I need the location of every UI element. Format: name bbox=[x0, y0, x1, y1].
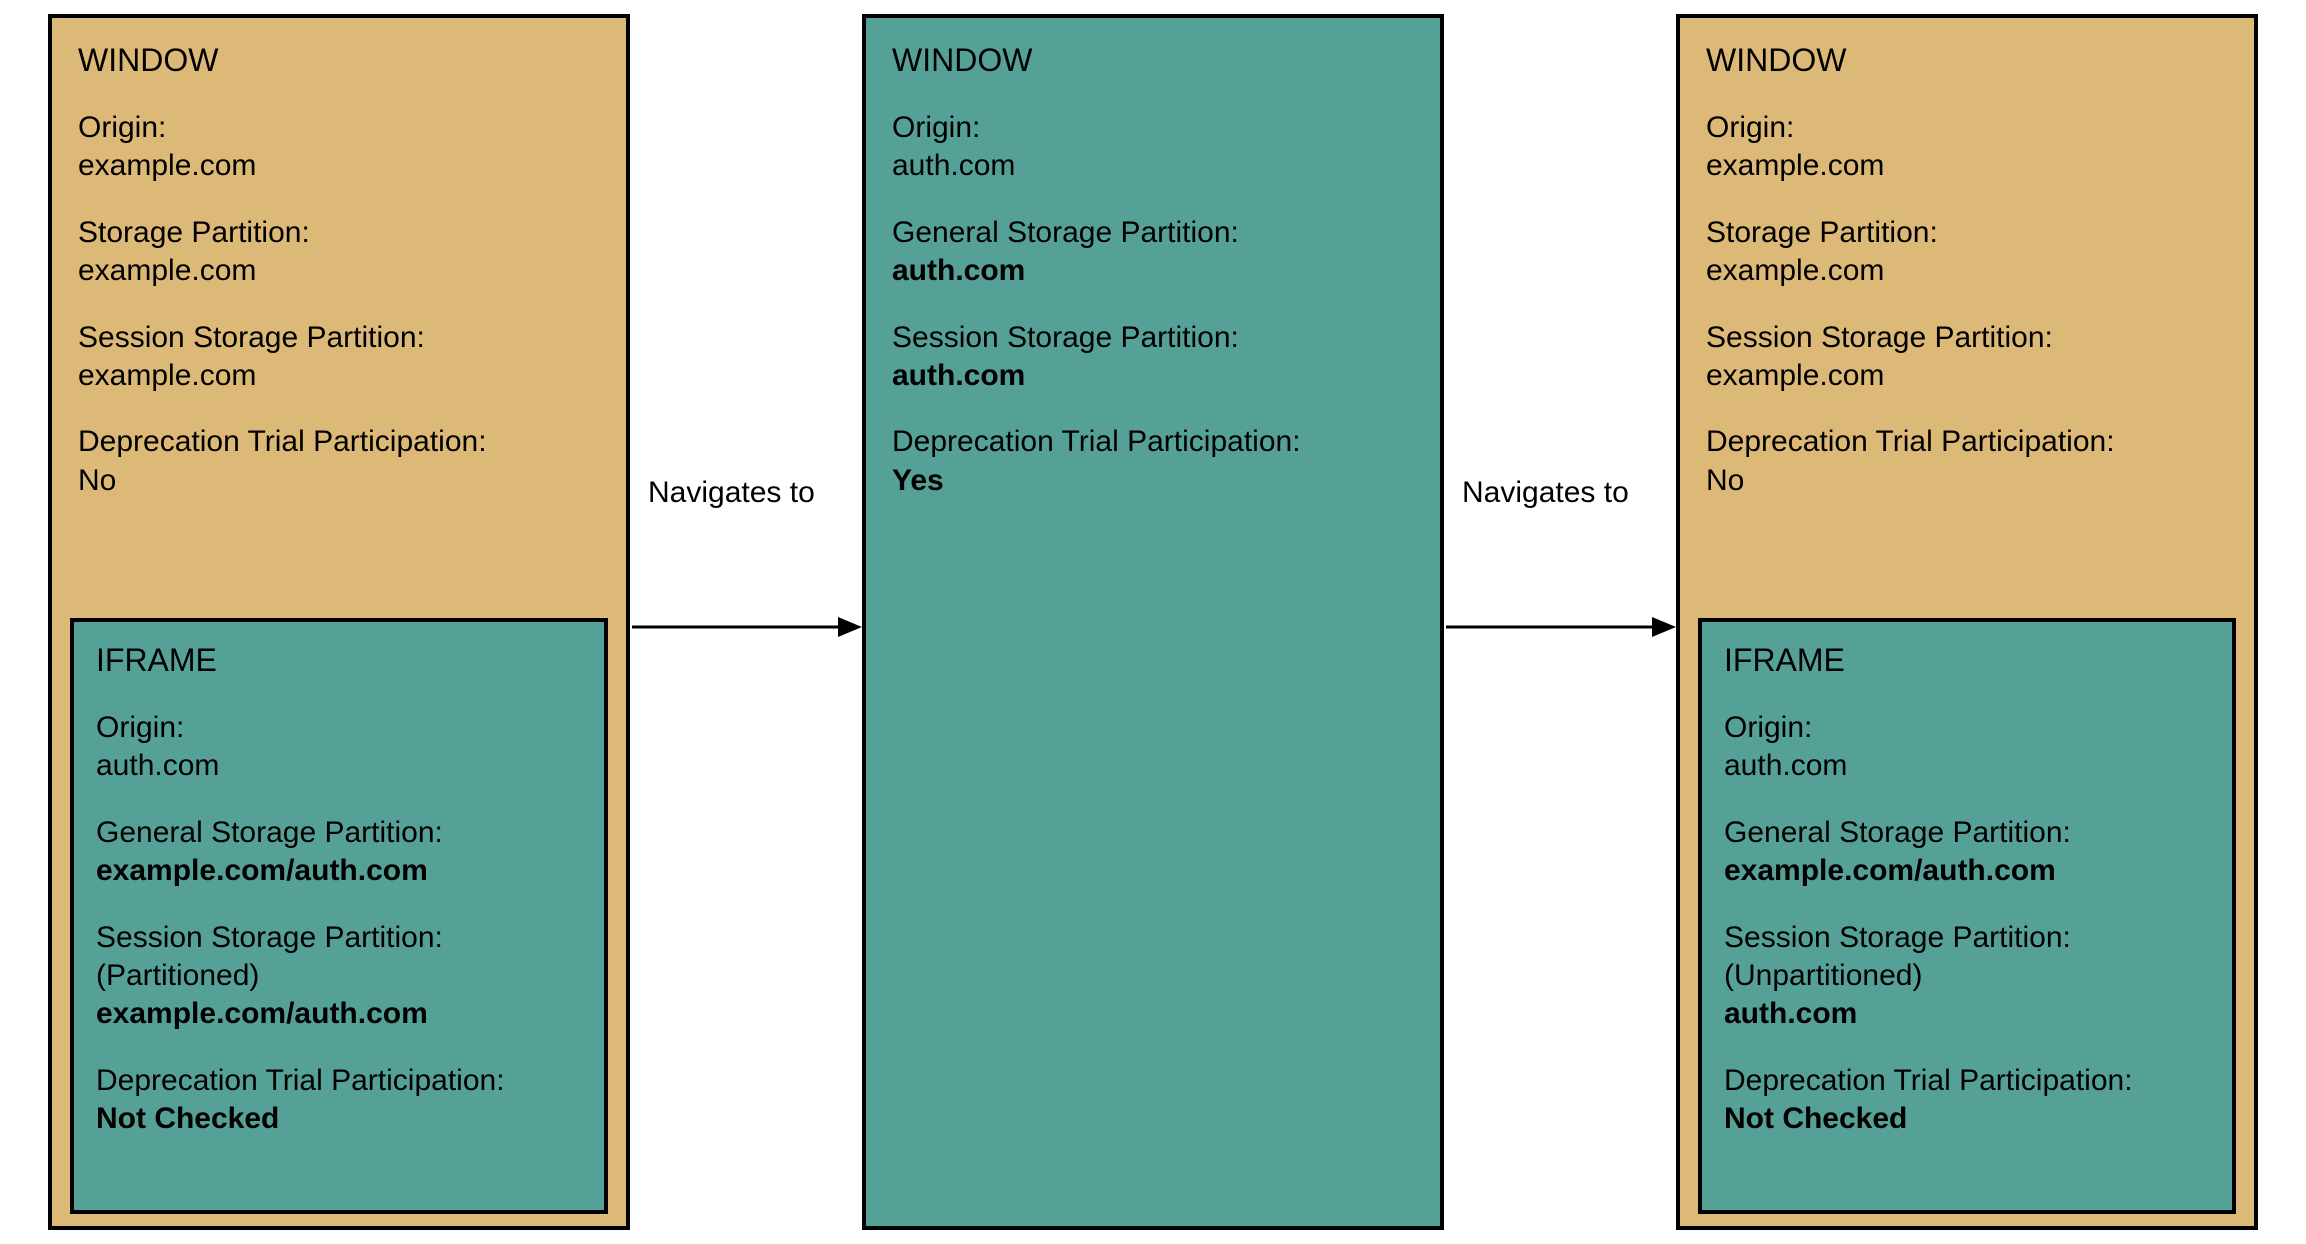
storage-value: example.com bbox=[1706, 252, 2228, 290]
iframe-deprecation-label: Deprecation Trial Participation: bbox=[96, 1062, 582, 1100]
iframe-session-value: example.com/auth.com bbox=[96, 995, 582, 1033]
deprecation-label: Deprecation Trial Participation: bbox=[892, 423, 1414, 461]
iframe-origin-label: Origin: bbox=[96, 709, 582, 747]
session-label: Session Storage Partition: bbox=[1706, 319, 2228, 357]
panel-title: WINDOW bbox=[892, 40, 1414, 81]
iframe-panel-3: IFRAME Origin: auth.com General Storage … bbox=[1698, 618, 2236, 1214]
session-group: Session Storage Partition: example.com bbox=[1706, 319, 2228, 396]
window-panel-1: WINDOW Origin: example.com Storage Parti… bbox=[48, 14, 630, 1230]
window-panel-3: WINDOW Origin: example.com Storage Parti… bbox=[1676, 14, 2258, 1230]
session-value: example.com bbox=[1706, 357, 2228, 395]
session-value: example.com bbox=[78, 357, 600, 395]
iframe-general-value: example.com/auth.com bbox=[1724, 852, 2210, 890]
session-label: Session Storage Partition: bbox=[78, 319, 600, 357]
deprecation-value: Yes bbox=[892, 462, 1414, 500]
iframe-origin-group: Origin: auth.com bbox=[1724, 709, 2210, 786]
origin-label: Origin: bbox=[78, 109, 600, 147]
deprecation-label: Deprecation Trial Participation: bbox=[78, 423, 600, 461]
iframe-panel-1: IFRAME Origin: auth.com General Storage … bbox=[70, 618, 608, 1214]
iframe-origin-label: Origin: bbox=[1724, 709, 2210, 747]
window-panel-2: WINDOW Origin: auth.com General Storage … bbox=[862, 14, 1444, 1230]
iframe-general-label: General Storage Partition: bbox=[1724, 814, 2210, 852]
iframe-general-group: General Storage Partition: example.com/a… bbox=[96, 814, 582, 891]
iframe-origin-value: auth.com bbox=[1724, 747, 2210, 785]
general-storage-label: General Storage Partition: bbox=[892, 214, 1414, 252]
session-group: Session Storage Partition: example.com bbox=[78, 319, 600, 396]
iframe-general-group: General Storage Partition: example.com/a… bbox=[1724, 814, 2210, 891]
deprecation-value: No bbox=[78, 462, 600, 500]
origin-value: example.com bbox=[1706, 147, 2228, 185]
storage-group: Storage Partition: example.com bbox=[78, 214, 600, 291]
panel-title: WINDOW bbox=[1706, 40, 2228, 81]
iframe-session-label: Session Storage Partition: bbox=[96, 919, 582, 957]
session-value: auth.com bbox=[892, 357, 1414, 395]
iframe-origin-value: auth.com bbox=[96, 747, 582, 785]
iframe-session-group: Session Storage Partition: (Partitioned)… bbox=[96, 919, 582, 1034]
deprecation-group: Deprecation Trial Participation: No bbox=[78, 423, 600, 500]
origin-label: Origin: bbox=[892, 109, 1414, 147]
iframe-deprecation-group: Deprecation Trial Participation: Not Che… bbox=[96, 1062, 582, 1139]
iframe-title: IFRAME bbox=[96, 640, 582, 681]
iframe-general-label: General Storage Partition: bbox=[96, 814, 582, 852]
iframe-session-value: auth.com bbox=[1724, 995, 2210, 1033]
diagram-canvas: WINDOW Origin: example.com Storage Parti… bbox=[0, 0, 2306, 1244]
navigates-to-label-2: Navigates to bbox=[1462, 476, 1629, 510]
storage-label: Storage Partition: bbox=[78, 214, 600, 252]
iframe-origin-group: Origin: auth.com bbox=[96, 709, 582, 786]
general-storage-value: auth.com bbox=[892, 252, 1414, 290]
iframe-session-group: Session Storage Partition: (Unpartitione… bbox=[1724, 919, 2210, 1034]
iframe-deprecation-label: Deprecation Trial Participation: bbox=[1724, 1062, 2210, 1100]
iframe-session-label: Session Storage Partition: bbox=[1724, 919, 2210, 957]
deprecation-group: Deprecation Trial Participation: No bbox=[1706, 423, 2228, 500]
iframe-general-value: example.com/auth.com bbox=[96, 852, 582, 890]
origin-value: example.com bbox=[78, 147, 600, 185]
iframe-session-note: (Partitioned) bbox=[96, 957, 582, 995]
storage-group: Storage Partition: example.com bbox=[1706, 214, 2228, 291]
navigates-to-label-1: Navigates to bbox=[648, 476, 815, 510]
origin-group: Origin: example.com bbox=[1706, 109, 2228, 186]
deprecation-group: Deprecation Trial Participation: Yes bbox=[892, 423, 1414, 500]
iframe-deprecation-value: Not Checked bbox=[96, 1100, 582, 1138]
origin-label: Origin: bbox=[1706, 109, 2228, 147]
session-group: Session Storage Partition: auth.com bbox=[892, 319, 1414, 396]
iframe-title: IFRAME bbox=[1724, 640, 2210, 681]
session-label: Session Storage Partition: bbox=[892, 319, 1414, 357]
iframe-deprecation-value: Not Checked bbox=[1724, 1100, 2210, 1138]
storage-value: example.com bbox=[78, 252, 600, 290]
deprecation-value: No bbox=[1706, 462, 2228, 500]
general-storage-group: General Storage Partition: auth.com bbox=[892, 214, 1414, 291]
panel-title: WINDOW bbox=[78, 40, 600, 81]
origin-group: Origin: auth.com bbox=[892, 109, 1414, 186]
origin-value: auth.com bbox=[892, 147, 1414, 185]
storage-label: Storage Partition: bbox=[1706, 214, 2228, 252]
iframe-deprecation-group: Deprecation Trial Participation: Not Che… bbox=[1724, 1062, 2210, 1139]
deprecation-label: Deprecation Trial Participation: bbox=[1706, 423, 2228, 461]
origin-group: Origin: example.com bbox=[78, 109, 600, 186]
iframe-session-note: (Unpartitioned) bbox=[1724, 957, 2210, 995]
